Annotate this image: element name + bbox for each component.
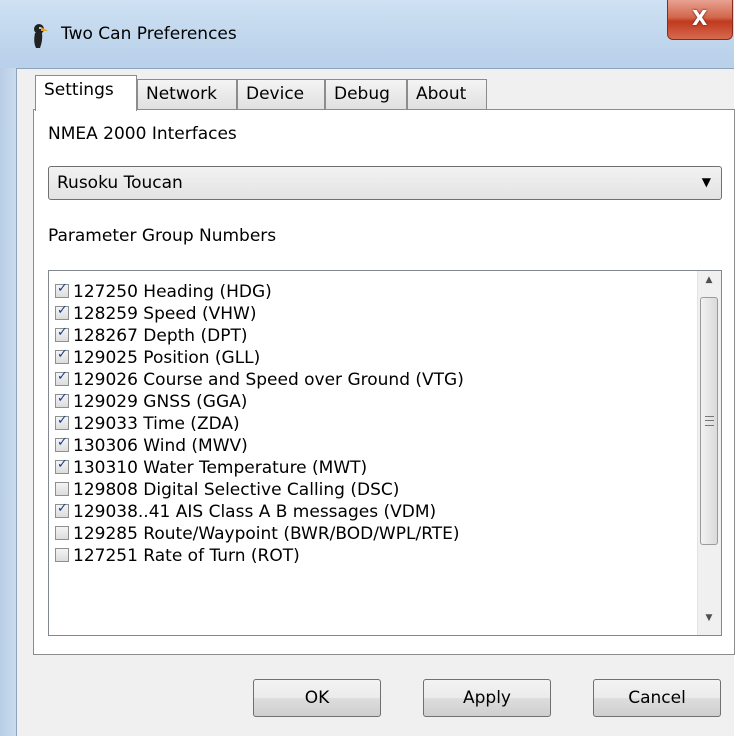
checkbox[interactable] xyxy=(55,482,69,496)
list-item-label: 127250 Heading (HDG) xyxy=(73,282,272,302)
list-item-label: 129026 Course and Speed over Ground (VTG… xyxy=(73,370,464,390)
list-scrollbar[interactable]: ▲ ▼ xyxy=(697,271,721,635)
tab-debug[interactable]: Debug xyxy=(325,79,407,109)
apply-button[interactable]: Apply xyxy=(423,679,551,717)
checkbox[interactable] xyxy=(55,369,69,386)
checkbox[interactable] xyxy=(55,457,69,474)
cancel-button[interactable]: Cancel xyxy=(593,679,721,717)
grip-icon xyxy=(705,416,714,426)
dialog-client-area: Settings Network Device Debug About NMEA… xyxy=(16,68,735,736)
tab-network[interactable]: Network xyxy=(137,79,237,109)
list-item-label: 129808 Digital Selective Calling (DSC) xyxy=(73,480,400,500)
checkbox[interactable] xyxy=(55,435,69,452)
checkbox[interactable] xyxy=(55,347,69,364)
pgn-label: Parameter Group Numbers xyxy=(48,226,277,246)
list-item-label: 130306 Wind (MWV) xyxy=(73,436,248,456)
list-item-label: 128259 Speed (VHW) xyxy=(73,304,257,324)
checkbox[interactable] xyxy=(55,548,69,562)
close-button[interactable]: X xyxy=(667,0,733,40)
interface-selected-value: Rusoku Toucan xyxy=(57,173,183,193)
list-item-label: 129038..41 AIS Class A B messages (VDM) xyxy=(73,502,437,522)
checkbox[interactable] xyxy=(55,303,69,320)
checkbox[interactable] xyxy=(55,391,69,408)
list-item-label: 127251 Rate of Turn (ROT) xyxy=(73,546,300,566)
checkbox[interactable] xyxy=(55,526,69,540)
ok-button[interactable]: OK xyxy=(253,679,381,717)
scroll-up-icon[interactable]: ▲ xyxy=(701,275,717,293)
checkbox[interactable] xyxy=(55,325,69,342)
list-item-label: 130310 Water Temperature (MWT) xyxy=(73,458,368,478)
checkbox[interactable] xyxy=(55,413,69,430)
window-title: Two Can Preferences xyxy=(61,24,237,44)
checkbox[interactable] xyxy=(55,501,69,518)
window-left-border xyxy=(0,68,16,736)
list-item-label: 129029 GNSS (GGA) xyxy=(73,392,248,412)
title-bar[interactable]: Two Can Preferences X xyxy=(0,0,744,68)
app-icon xyxy=(34,24,48,48)
scroll-down-icon[interactable]: ▼ xyxy=(701,613,717,631)
tab-about[interactable]: About xyxy=(407,79,487,109)
interfaces-label: NMEA 2000 Interfaces xyxy=(48,124,237,144)
checkbox[interactable] xyxy=(55,281,69,298)
list-item-label: 128267 Depth (DPT) xyxy=(73,326,248,346)
list-item-label: 129285 Route/Waypoint (BWR/BOD/WPL/RTE) xyxy=(73,524,460,544)
tab-device[interactable]: Device xyxy=(237,79,325,109)
list-item-label: 129025 Position (GLL) xyxy=(73,348,261,368)
dropdown-arrow-icon[interactable]: ▼ xyxy=(702,175,711,189)
pgn-list[interactable]: 127250 Heading (HDG) 128259 Speed (VHW) … xyxy=(48,270,722,636)
close-icon: X xyxy=(692,6,708,30)
list-item-label: 129033 Time (ZDA) xyxy=(73,414,240,434)
settings-panel: NMEA 2000 Interfaces Rusoku Toucan ▼ Par… xyxy=(33,109,735,655)
scrollbar-thumb[interactable] xyxy=(700,297,718,545)
interface-dropdown[interactable]: Rusoku Toucan ▼ xyxy=(48,166,722,200)
tab-settings[interactable]: Settings xyxy=(35,75,137,111)
desktop-edge xyxy=(734,0,746,736)
